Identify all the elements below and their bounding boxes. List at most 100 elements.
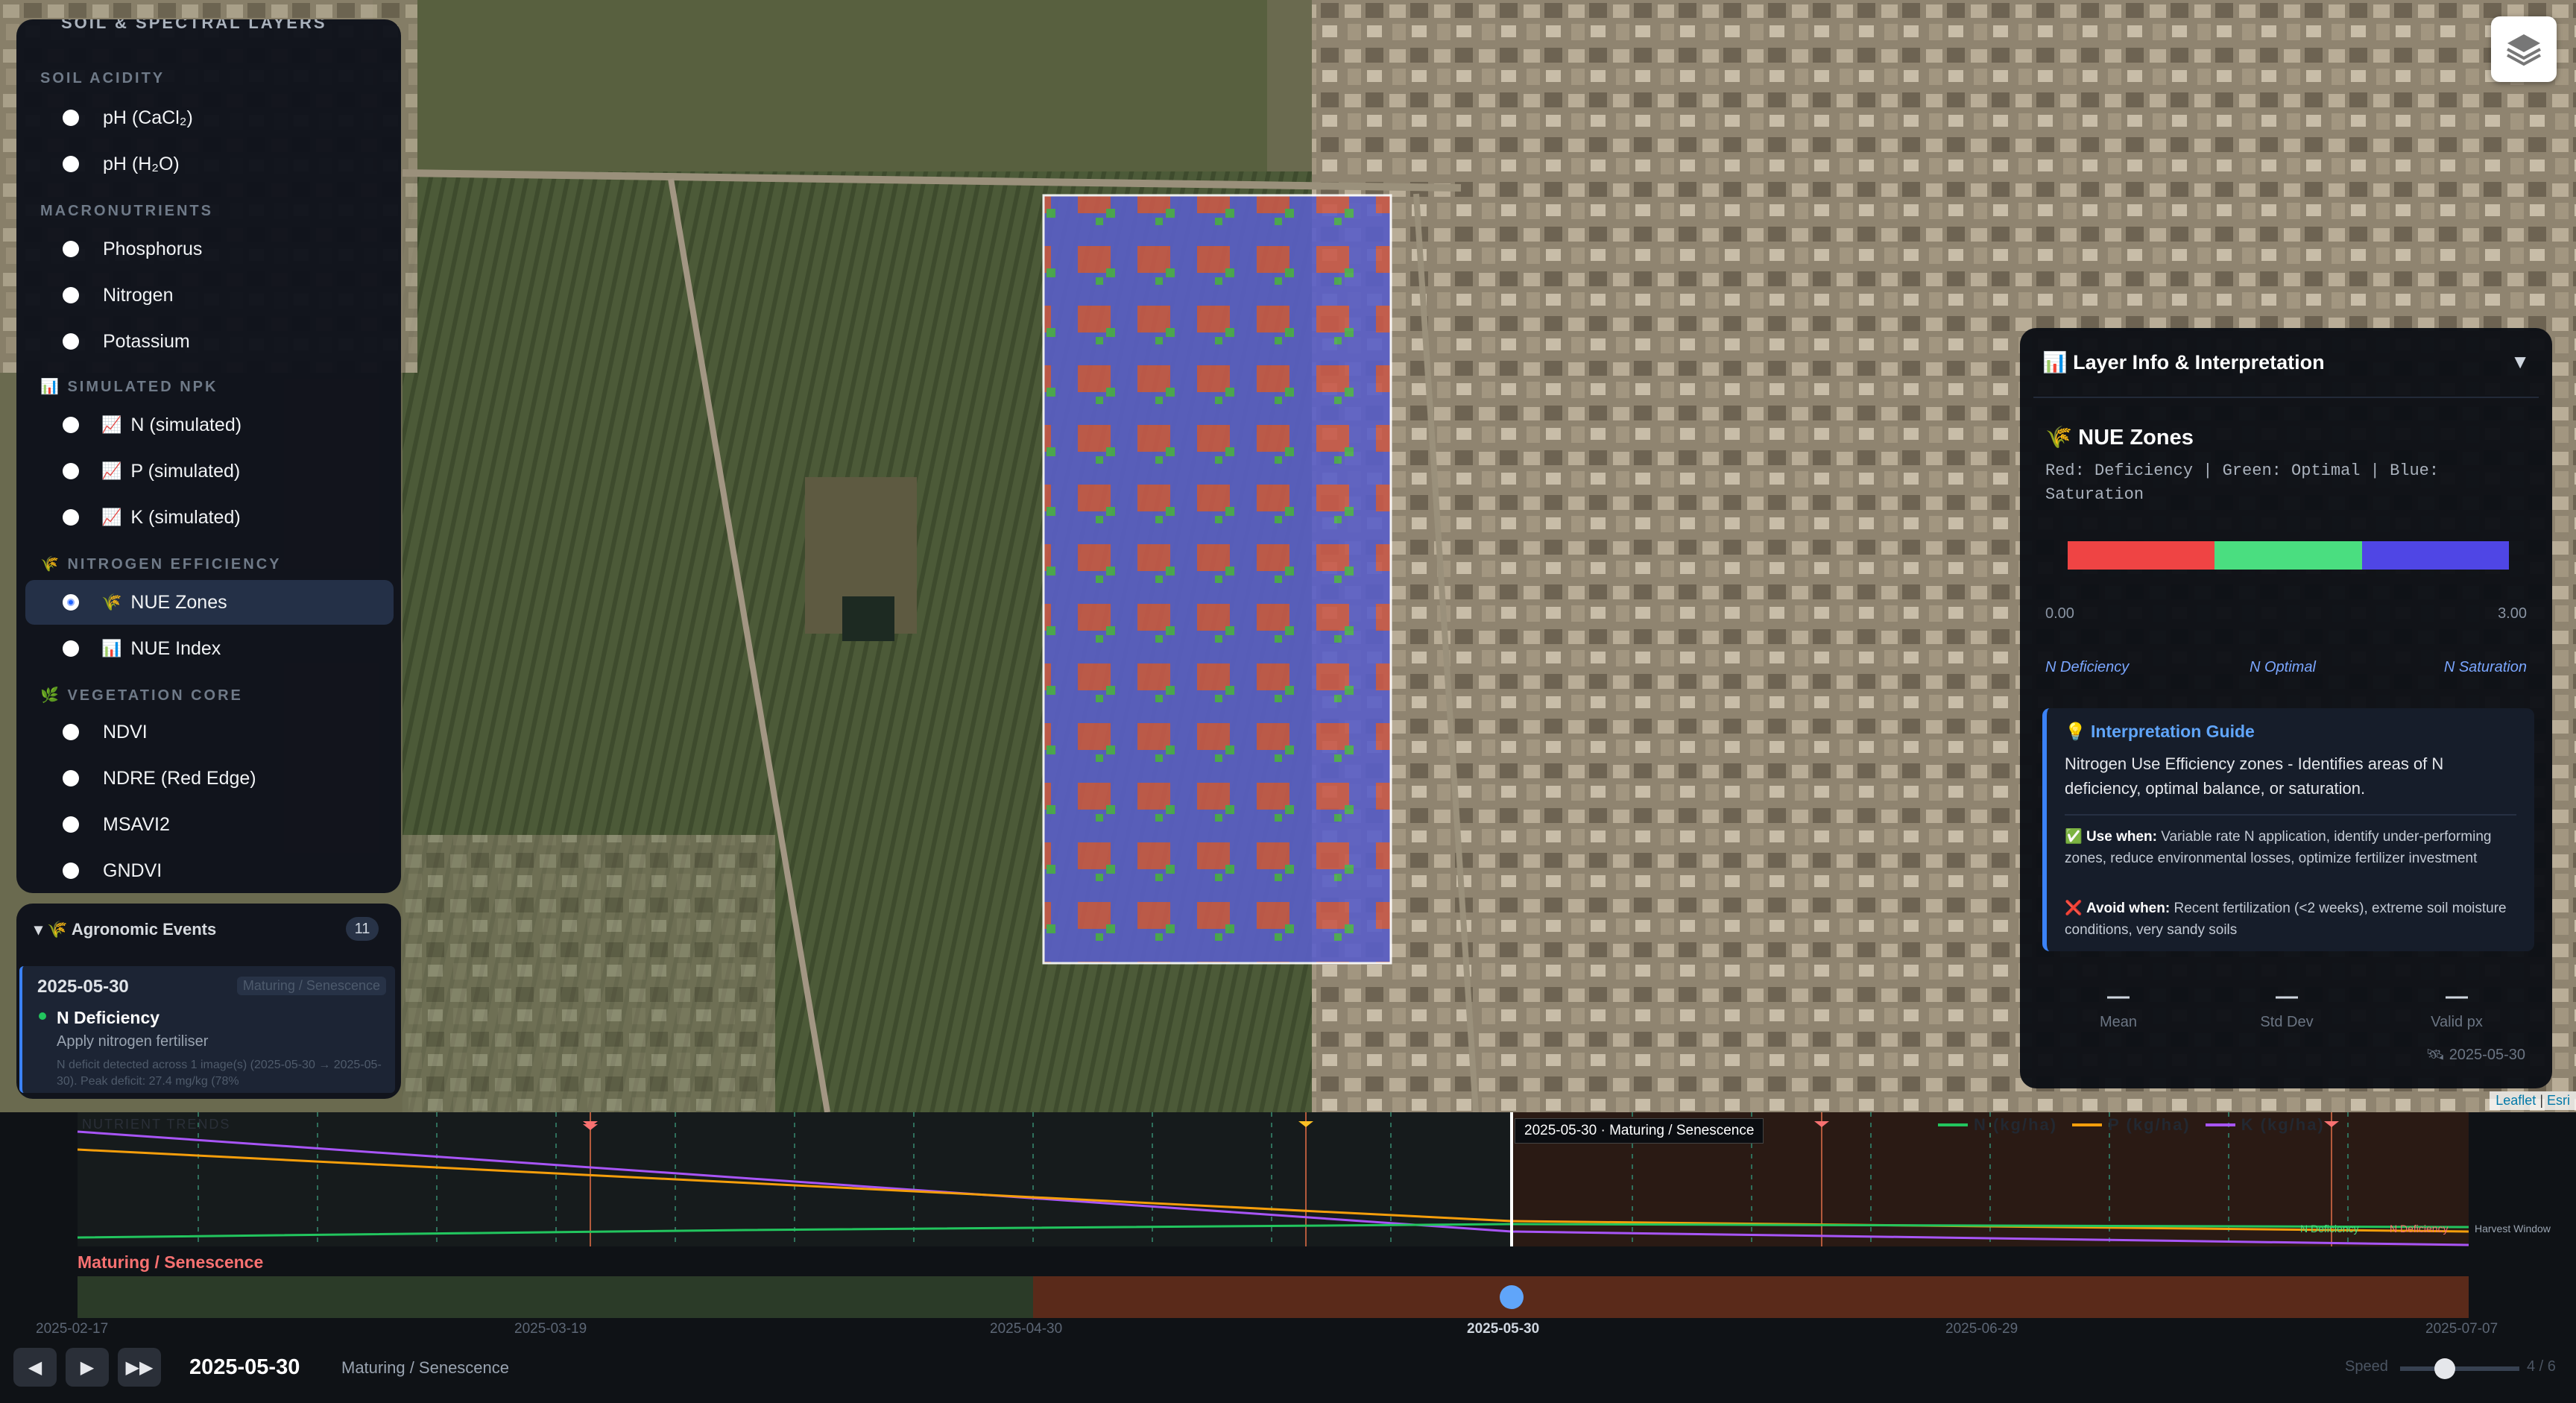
event-card[interactable]: 2025-05-30 Maturing / Senescence N Defic… [19, 966, 395, 1093]
timeline-tick: 2025-03-19 [514, 1321, 587, 1337]
map-attribution: Leaflet | Esri [2490, 1091, 2576, 1110]
marker-label: N Deficiency [2300, 1223, 2359, 1235]
events-toggle[interactable]: ▾ 🌾 Agronomic Events [34, 920, 216, 939]
section-vegetation-core: 🌿 VEGETATION CORE [40, 687, 243, 704]
speed-slider[interactable] [2396, 1360, 2522, 1390]
section-simulated-npk: 📊 SIMULATED NPK [40, 379, 218, 395]
fast-forward-button[interactable]: ▶▶ [118, 1348, 161, 1387]
radio-button[interactable] [63, 640, 79, 657]
color-ramp [2068, 541, 2509, 570]
trend-icon: 📈 [101, 415, 122, 434]
stat-mean: — Mean [2099, 984, 2138, 1030]
wheat-icon: 🌾 [47, 920, 72, 939]
radio-button[interactable] [63, 863, 79, 879]
layer-option-nue-zones[interactable]: 🌾 NUE Zones [25, 580, 394, 625]
esri-link[interactable]: Esri [2547, 1093, 2570, 1108]
legend-p: P (kg/ha) [2072, 1115, 2191, 1135]
chart-icon: 📊 [101, 639, 122, 658]
layer-option-nitrogen[interactable]: Nitrogen [25, 273, 394, 318]
layer-option-phosphorus[interactable]: Phosphorus [25, 227, 394, 271]
leaflet-link[interactable]: Leaflet [2496, 1093, 2536, 1108]
radio-button[interactable] [63, 417, 79, 433]
layer-option-msavi2[interactable]: MSAVI2 [25, 802, 394, 847]
radio-button[interactable] [63, 724, 79, 740]
interpretation-guide: 💡 Interpretation Guide Nitrogen Use Effi… [2042, 708, 2534, 951]
chart-title: NUTRIENT TRENDS [82, 1117, 231, 1132]
chart-legend: N (kg/ha) P (kg/ha) K (kg/ha) [1938, 1115, 2325, 1135]
timeline-tick: 2025-04-30 [990, 1321, 1063, 1337]
previous-button[interactable]: ◀ [13, 1348, 57, 1387]
trend-icon: 📈 [101, 508, 122, 526]
layer-info-panel: 📊 Layer Info & Interpretation ▼ 🌾 NUE Zo… [2020, 328, 2552, 1088]
play-button[interactable]: ▶ [66, 1348, 109, 1387]
legend-k: K (kg/ha) [2205, 1115, 2325, 1135]
layer-option-ph-cacl2[interactable]: pH (CaCl₂) [25, 95, 394, 140]
ramp-saturation [2361, 541, 2509, 570]
layer-option-k-simulated[interactable]: 📈 K (simulated) [25, 495, 394, 540]
range-min: 0.00 [2045, 605, 2074, 622]
layer-option-nue-index[interactable]: 📊 NUE Index [25, 626, 394, 671]
event-subtitle: Apply nitrogen fertiliser [57, 1033, 209, 1050]
layers-control-button[interactable] [2491, 16, 2557, 82]
collapse-triangle-icon[interactable]: ▼ [2510, 350, 2530, 373]
radio-button[interactable] [63, 287, 79, 303]
layer-option-gndvi[interactable]: GNDVI [25, 848, 394, 893]
speed-label: Speed [2345, 1358, 2388, 1375]
check-icon: ✅ [2065, 829, 2086, 845]
marker-label: Harvest Window [2475, 1223, 2551, 1235]
radio-button[interactable] [63, 463, 79, 479]
stat-std-dev: — Std Dev [2260, 984, 2314, 1030]
layer-name: 🌾 NUE Zones [2045, 426, 2194, 450]
timeline-tick-current: 2025-05-30 [1467, 1321, 1540, 1337]
range-max: 3.00 [2498, 605, 2527, 622]
layers-icon [2507, 34, 2541, 66]
info-panel-header: 📊 Layer Info & Interpretation [2042, 351, 2325, 373]
timeline-tick: 2025-02-17 [36, 1321, 109, 1337]
radio-button-selected[interactable] [63, 594, 79, 611]
guide-text: Nitrogen Use Efficiency zones - Identifi… [2065, 754, 2444, 798]
chart-icon: 📊 [40, 379, 68, 395]
radio-button[interactable] [63, 110, 79, 126]
wheat-icon: 🌾 [40, 556, 68, 573]
layer-option-potassium[interactable]: Potassium [25, 319, 394, 364]
timeline-tooltip: 2025-05-30 · Maturing / Senescence [1515, 1118, 1764, 1144]
radio-button[interactable] [63, 770, 79, 786]
legend-n: N (kg/ha) [1938, 1115, 2057, 1135]
status-dot-icon [39, 1012, 46, 1020]
radio-button[interactable] [63, 241, 79, 257]
stat-valid-px: — Valid px [2431, 984, 2483, 1030]
divider [2033, 397, 2539, 398]
radio-button[interactable] [63, 156, 79, 172]
radio-button[interactable] [63, 509, 79, 526]
wheat-icon: 🌾 [2045, 426, 2079, 450]
layer-option-n-simulated[interactable]: 📈 N (simulated) [25, 403, 394, 447]
current-stage: Maturing / Senescence [341, 1358, 510, 1377]
legend-description: Red: Deficiency | Green: Optimal | Blue:… [2045, 461, 2440, 504]
playback-controls: ◀ ▶ ▶▶ [13, 1348, 161, 1387]
satellite-icon: 🛰 [2425, 1047, 2449, 1063]
ramp-optimal [2214, 541, 2362, 570]
stage-label: Maturing / Senescence [78, 1252, 264, 1272]
range-label-deficiency: N Deficiency [2045, 659, 2130, 675]
cross-icon: ❌ [2065, 901, 2086, 916]
radio-button[interactable] [63, 333, 79, 350]
timeline-tick: 2025-06-29 [1945, 1321, 2018, 1337]
timeline-scrubber-handle[interactable] [1495, 1282, 1530, 1317]
section-soil-acidity: SOIL ACIDITY [40, 70, 165, 86]
layer-option-ndvi[interactable]: NDVI [25, 710, 394, 754]
divider [2065, 814, 2516, 816]
nue-overlay [1042, 194, 1392, 965]
range-label-optimal: N Optimal [2250, 659, 2316, 675]
events-count-badge: 11 [346, 917, 379, 941]
collapse-caret-icon: ▾ [34, 920, 48, 939]
trend-icon: 📈 [101, 461, 122, 480]
layer-option-ph-h2o[interactable]: pH (H₂O) [25, 142, 394, 186]
event-detail: N deficit detected across 1 image(s) (20… [57, 1059, 382, 1088]
layer-option-p-simulated[interactable]: 📈 P (simulated) [25, 449, 394, 494]
layer-option-ndre[interactable]: NDRE (Red Edge) [25, 756, 394, 801]
guide-title: 💡 Interpretation Guide [2065, 722, 2255, 741]
event-stage-badge: Maturing / Senescence [236, 977, 386, 995]
radio-button[interactable] [63, 816, 79, 833]
range-label-saturation: N Saturation [2443, 659, 2527, 675]
leaf-icon: 🌿 [40, 687, 68, 704]
